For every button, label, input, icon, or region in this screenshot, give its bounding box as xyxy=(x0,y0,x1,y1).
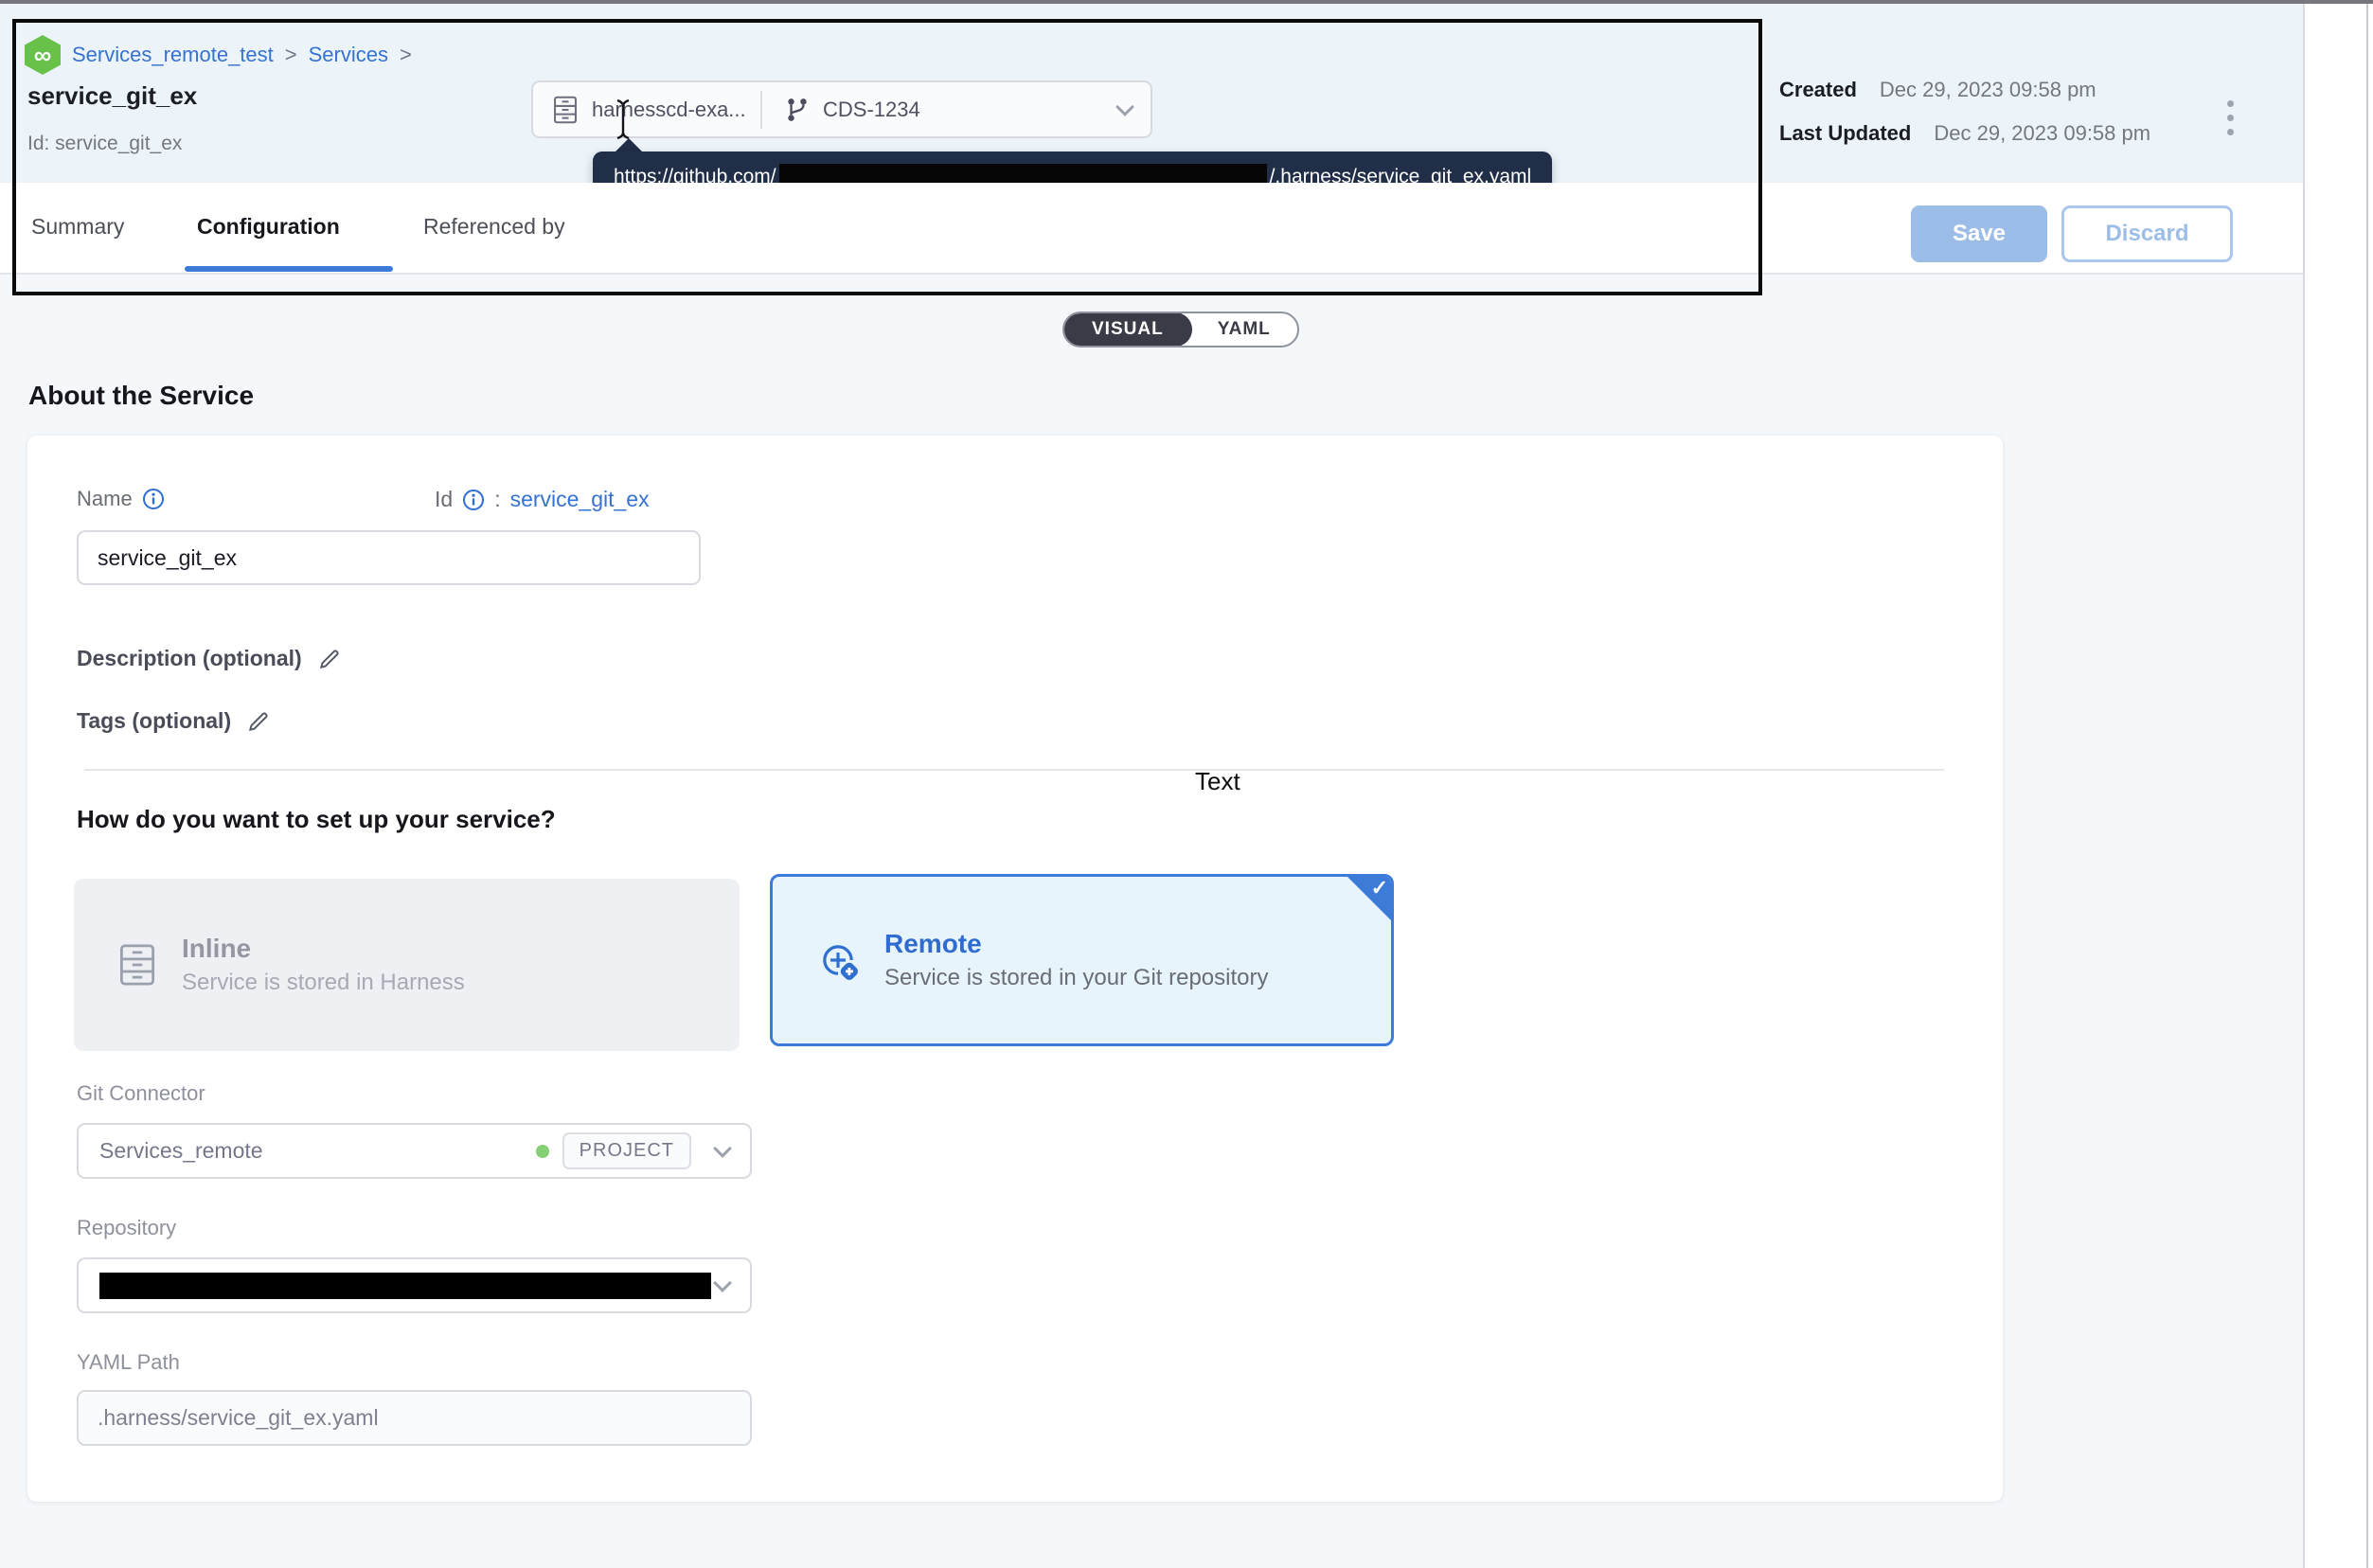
remote-title: Remote xyxy=(884,929,1268,959)
selected-check-badge: ✓ xyxy=(1345,874,1394,923)
stray-text-annotation: Text xyxy=(1195,767,1240,796)
tab-bar: Summary Configuration Referenced by Save… xyxy=(0,183,2303,275)
created-row: Created Dec 29, 2023 09:58 pm xyxy=(1779,78,2150,102)
toggle-visual[interactable]: VISUAL xyxy=(1063,312,1192,347)
breadcrumb-separator: > xyxy=(400,43,412,67)
edit-pencil-icon[interactable] xyxy=(246,709,271,734)
info-icon[interactable] xyxy=(462,489,485,511)
remote-subtitle: Service is stored in your Git repository xyxy=(884,965,1268,991)
about-service-card: Name Id : service_git_ex xyxy=(27,436,2003,1502)
yaml-path-label: YAML Path xyxy=(77,1350,180,1375)
git-connector-value: Services_remote xyxy=(99,1138,263,1164)
git-context-selector[interactable]: harnesscd-exa... CDS-1234 xyxy=(531,80,1152,138)
active-tab-underline xyxy=(185,266,393,272)
id-colon: : xyxy=(494,487,500,512)
setup-question: How do you want to set up your service? xyxy=(77,805,556,834)
harness-cd-module-icon: ∞ xyxy=(25,35,61,75)
breadcrumb: ∞ Services_remote_test > Services > xyxy=(25,35,412,75)
header-more-options-icon[interactable] xyxy=(2227,100,2234,135)
tags-row: Tags (optional) xyxy=(77,708,271,734)
timestamps-block: Created Dec 29, 2023 09:58 pm Last Updat… xyxy=(1779,78,2150,165)
remote-storage-icon xyxy=(816,938,860,982)
breadcrumb-separator: > xyxy=(285,43,297,67)
window-right-edge xyxy=(2366,4,2368,1568)
section-divider xyxy=(84,769,1944,771)
branch-selector[interactable]: CDS-1234 xyxy=(785,97,1132,123)
breadcrumb-services-link[interactable]: Services xyxy=(309,43,388,67)
visual-yaml-toggle: VISUAL YAML xyxy=(1062,312,1299,347)
last-updated-value: Dec 29, 2023 09:58 pm xyxy=(1934,121,2150,146)
selector-divider xyxy=(760,91,762,129)
chevron-down-icon[interactable] xyxy=(713,1274,732,1292)
service-id-text: Id: service_git_ex xyxy=(27,133,182,155)
created-label: Created xyxy=(1779,78,1857,102)
remote-option-card[interactable]: Remote Service is stored in your Git rep… xyxy=(770,874,1394,1046)
page-title: service_git_ex xyxy=(27,81,197,111)
name-input[interactable] xyxy=(77,530,701,585)
created-value: Dec 29, 2023 09:58 pm xyxy=(1880,78,2096,102)
last-updated-label: Last Updated xyxy=(1779,121,1911,146)
git-connector-dropdown[interactable]: Services_remote PROJECT xyxy=(77,1123,752,1179)
screenshot-root: ∞ Services_remote_test > Services > serv… xyxy=(0,0,2373,1568)
app-window: ∞ Services_remote_test > Services > serv… xyxy=(0,4,2305,1568)
info-icon[interactable] xyxy=(142,488,165,510)
chevron-down-icon[interactable] xyxy=(1115,98,1134,116)
branch-selector-value: CDS-1234 xyxy=(823,98,920,122)
chevron-down-icon[interactable] xyxy=(713,1139,732,1158)
edit-pencil-icon[interactable] xyxy=(317,647,342,671)
description-row: Description (optional) xyxy=(77,646,342,671)
name-field-label: Name xyxy=(77,487,165,511)
id-value-link[interactable]: service_git_ex xyxy=(510,487,650,512)
git-branch-icon xyxy=(785,97,810,123)
repository-dropdown[interactable] xyxy=(77,1257,752,1313)
about-service-heading: About the Service xyxy=(28,381,254,411)
repo-selector[interactable]: harnesscd-exa... xyxy=(552,96,753,124)
yaml-path-input[interactable] xyxy=(77,1390,752,1446)
tab-summary[interactable]: Summary xyxy=(31,214,124,240)
service-header: ∞ Services_remote_test > Services > serv… xyxy=(0,4,2303,183)
save-button[interactable]: Save xyxy=(1911,205,2047,262)
tab-configuration[interactable]: Configuration xyxy=(197,214,340,240)
id-display: Id : service_git_ex xyxy=(435,487,650,512)
redacted-repository-value xyxy=(99,1273,711,1299)
inline-storage-icon xyxy=(117,943,157,987)
connector-status-dot xyxy=(536,1145,549,1158)
git-connector-label: Git Connector xyxy=(77,1081,205,1106)
check-icon: ✓ xyxy=(1371,876,1388,900)
repository-label: Repository xyxy=(77,1216,176,1240)
discard-button[interactable]: Discard xyxy=(2061,205,2233,262)
id-label: Id xyxy=(435,487,453,512)
last-updated-row: Last Updated Dec 29, 2023 09:58 pm xyxy=(1779,121,2150,146)
description-label: Description (optional) xyxy=(77,646,302,671)
tab-referenced-by[interactable]: Referenced by xyxy=(423,214,565,240)
inline-subtitle: Service is stored in Harness xyxy=(182,970,465,996)
inline-option-card[interactable]: Inline Service is stored in Harness xyxy=(74,879,740,1051)
tags-label: Tags (optional) xyxy=(77,708,231,734)
repo-selector-value: harnesscd-exa... xyxy=(592,98,746,122)
breadcrumb-project-link[interactable]: Services_remote_test xyxy=(72,43,274,67)
inline-title: Inline xyxy=(182,934,465,964)
page-body: VISUAL YAML About the Service Name Id xyxy=(0,275,2303,1568)
repository-icon xyxy=(552,96,579,124)
toggle-yaml[interactable]: YAML xyxy=(1191,313,1297,346)
scope-badge: PROJECT xyxy=(562,1132,691,1169)
